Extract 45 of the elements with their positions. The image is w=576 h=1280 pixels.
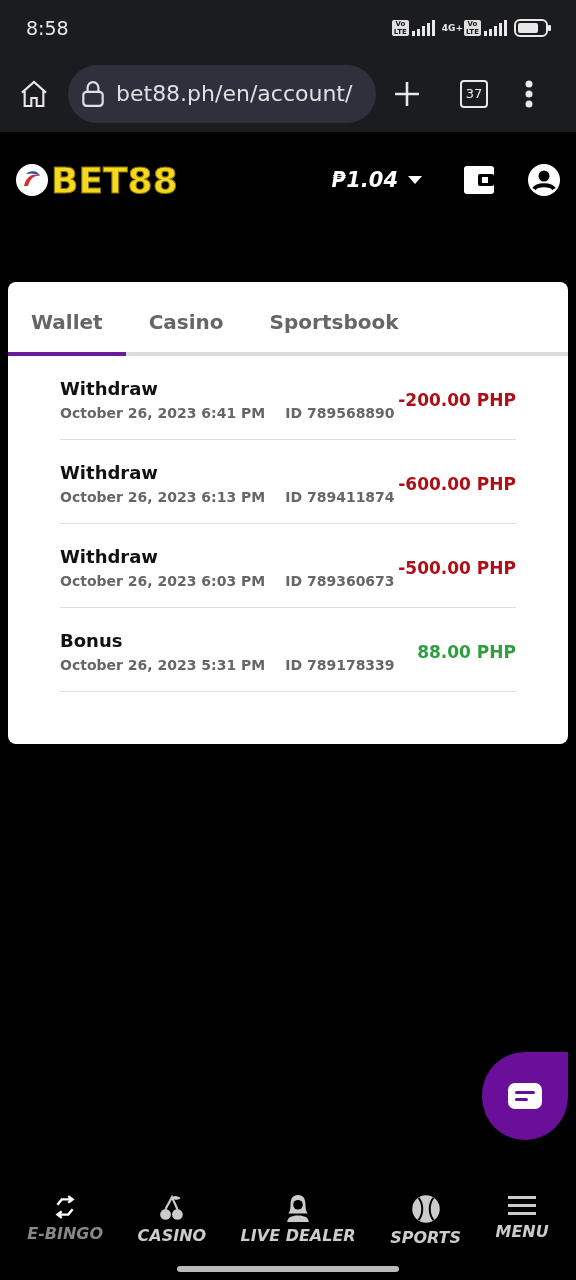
transaction-amount: -600.00 PHP xyxy=(398,473,516,494)
account-icon[interactable] xyxy=(528,164,560,196)
caret-icon[interactable] xyxy=(408,176,422,184)
tennis-ball-icon xyxy=(410,1194,441,1224)
wallet-icon[interactable] xyxy=(464,166,494,194)
logo-emblem-icon xyxy=(16,164,48,196)
dealer-icon xyxy=(285,1194,312,1222)
transaction-date: October 26, 2023 6:13 PM xyxy=(60,489,266,505)
transaction-type: Bonus xyxy=(60,630,124,651)
transaction-id: ID 789360673 xyxy=(285,573,395,589)
plus-icon[interactable] xyxy=(394,80,420,107)
transaction-id: ID 789178339 xyxy=(285,657,395,673)
transaction-amount: -500.00 PHP xyxy=(398,557,516,578)
cherry-icon xyxy=(158,1194,185,1222)
status-time: 8:58 xyxy=(26,16,70,39)
transaction-type: Withdraw xyxy=(60,546,159,567)
nav-item[interactable]: MENU xyxy=(489,1193,555,1248)
more-icon[interactable] xyxy=(524,79,534,108)
signal-icon xyxy=(484,19,510,36)
transaction-date: October 26, 2023 6:41 PM xyxy=(60,405,266,421)
nav-item[interactable]: LIVE DEALER xyxy=(234,1193,362,1248)
transaction-type: Withdraw xyxy=(60,378,159,399)
balance-amount[interactable]: ₱1.04 xyxy=(331,168,398,192)
nav-item[interactable]: SPORTS xyxy=(384,1193,468,1248)
chat-icon xyxy=(508,1083,542,1109)
transaction-id: ID 789568890 xyxy=(285,405,395,421)
menu-icon xyxy=(508,1194,537,1218)
transaction-amount: -200.00 PHP xyxy=(398,389,516,410)
tab[interactable]: Casino xyxy=(125,300,247,356)
url-field[interactable]: bet88.ph/en/account/ xyxy=(68,64,376,123)
nav-item[interactable]: E-BINGO xyxy=(21,1193,110,1248)
transaction-amount: 88.00 PHP xyxy=(417,641,516,662)
tab-count-button[interactable]: 37 xyxy=(460,79,488,108)
logo[interactable]: BET88 xyxy=(51,159,332,201)
transaction-date: October 26, 2023 6:03 PM xyxy=(60,573,266,589)
tab[interactable]: Wallet xyxy=(8,300,126,356)
tab[interactable]: Sportsbook xyxy=(246,300,422,356)
signal-icon xyxy=(411,19,438,36)
lock-icon xyxy=(80,79,106,108)
transaction-id: ID 789411874 xyxy=(285,489,395,505)
transaction-type: Withdraw xyxy=(60,462,159,483)
transaction-date: October 26, 2023 5:31 PM xyxy=(60,657,266,673)
network-type: 4G+ xyxy=(441,22,463,33)
battery-icon xyxy=(514,18,552,37)
nav-item[interactable]: CASINO xyxy=(131,1193,213,1248)
